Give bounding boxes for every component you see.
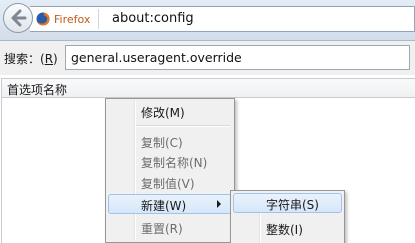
menu-item-label: 复制名称(N) — [141, 156, 208, 170]
menu-item-label: 整数(I) — [266, 223, 303, 237]
navigation-toolbar: Firefox about:config — [0, 0, 415, 41]
back-arrow-icon — [11, 9, 27, 27]
column-header-preference-name[interactable]: 首选项名称 — [1, 78, 415, 98]
back-button[interactable] — [3, 3, 33, 33]
submenu-item-integer[interactable]: 整数(I) — [233, 218, 342, 238]
firefox-icon — [36, 12, 50, 26]
menu-item-label: 重置(R) — [141, 222, 183, 236]
search-label-suffix: ) — [53, 52, 58, 66]
search-input[interactable] — [65, 45, 410, 70]
menu-item-new[interactable]: 新建(W) — [108, 194, 232, 214]
menu-item-copy-value[interactable]: 复制值(V) — [108, 172, 232, 192]
submenu-arrow-icon — [217, 200, 221, 208]
context-menu: 修改(M) 复制(C) 复制名称(N) 复制值(V) 新建(W) 重置(R) — [105, 98, 235, 243]
new-submenu: 字符串(S) 整数(I) — [230, 190, 345, 243]
menu-separator — [136, 125, 230, 127]
menu-item-label: 新建(W) — [141, 199, 187, 213]
menu-item-label: 修改(M) — [141, 106, 185, 120]
identity-label: Firefox — [54, 12, 91, 26]
menu-item-label: 复制(C) — [141, 136, 183, 150]
menu-item-reset[interactable]: 重置(R) — [108, 217, 232, 237]
menu-item-label: 复制值(V) — [141, 177, 195, 191]
search-label-accesskey: R — [44, 52, 54, 66]
menu-item-modify[interactable]: 修改(M) — [108, 101, 232, 121]
search-label-prefix: 搜索：( — [4, 52, 45, 66]
search-label: 搜索：(R) — [4, 50, 58, 67]
search-row: 搜索：(R) — [0, 41, 415, 75]
menu-item-label: 字符串(S) — [266, 198, 319, 212]
column-header-label: 首选项名称 — [7, 83, 68, 97]
menu-item-copy-name[interactable]: 复制名称(N) — [108, 151, 232, 171]
identity-box[interactable]: Firefox — [36, 9, 100, 29]
url-text[interactable]: about:config — [112, 11, 194, 26]
url-bar[interactable]: Firefox about:config — [30, 6, 415, 32]
submenu-item-string[interactable]: 字符串(S) — [233, 193, 342, 213]
menu-item-copy[interactable]: 复制(C) — [108, 131, 232, 151]
